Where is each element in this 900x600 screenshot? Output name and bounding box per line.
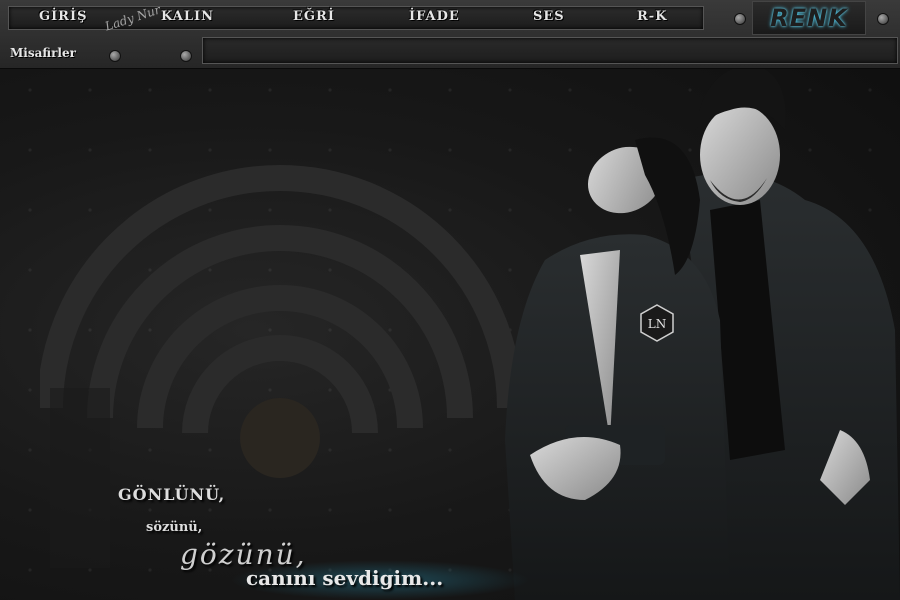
menu-giris[interactable]: GİRİŞ — [39, 9, 87, 24]
couple-illustration: LN — [505, 65, 900, 600]
menu-ifade[interactable]: İFADE — [409, 9, 460, 24]
menu-rk[interactable]: R-K — [637, 9, 668, 24]
watermark-line-2: sözünü, — [146, 520, 203, 535]
watermark-line-4: canını sevdigim... — [246, 566, 444, 590]
chat-room: LN GÖNLÜNÜ, sözünü, gözünü, canını sevdi… — [0, 0, 900, 600]
ln-badge-text: LN — [648, 317, 666, 331]
option-dot-left[interactable] — [734, 13, 746, 25]
toolbar: GİRİŞ KALIN EĞRİ İFADE SES R-K Lady Nur … — [0, 0, 900, 69]
guests-label[interactable]: Misafirler — [10, 46, 76, 60]
option-dot-right[interactable] — [877, 13, 889, 25]
menu-kalin[interactable]: KALIN — [161, 9, 214, 24]
color-button-label: RENK — [770, 4, 848, 32]
watermark-line-1: GÖNLÜNÜ, — [118, 485, 226, 504]
color-button[interactable]: RENK — [752, 1, 866, 35]
background-arcs — [40, 165, 520, 568]
menu-ses[interactable]: SES — [533, 9, 565, 24]
guests-dot[interactable] — [109, 50, 121, 62]
menu-egri[interactable]: EĞRİ — [293, 9, 335, 24]
message-input[interactable] — [202, 37, 898, 64]
format-menu-bar: GİRİŞ KALIN EĞRİ İFADE SES R-K Lady Nur — [8, 2, 704, 34]
signature: Lady Nur — [103, 2, 163, 34]
message-dot[interactable] — [180, 50, 192, 62]
